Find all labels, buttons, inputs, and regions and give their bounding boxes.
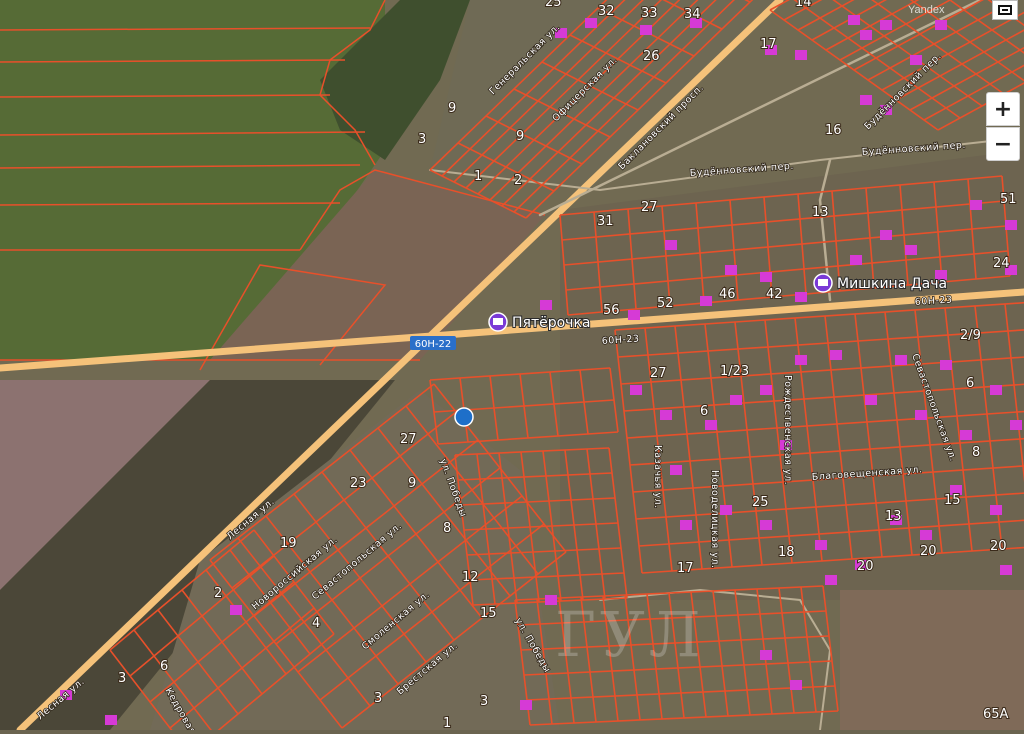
map-attribution: Yandex [908,4,945,16]
house-number: 51 [1000,192,1017,207]
house-number: 6 [700,404,708,419]
map-canvas[interactable]: 60Н-22 60Н-23 60Н-23 Пятёрочка Мишкина Д… [0,0,1024,734]
house-number: 31 [597,214,614,229]
house-number: 9 [448,101,456,116]
house-number: 65А [983,707,1009,722]
house-number: 8 [443,521,451,536]
house-number: 1 [474,169,482,184]
house-number: 17 [677,561,694,576]
zoom-in-button[interactable]: + [986,92,1020,126]
house-number: 15 [480,606,497,621]
house-number: 52 [657,296,674,311]
house-number: 4 [312,616,320,631]
house-number: 24 [993,256,1010,271]
house-number: 20 [857,559,874,574]
road-shield-1-label: 60Н-22 [415,339,452,350]
house-number: 42 [766,287,783,302]
house-number: 1/23 [720,364,749,379]
house-number: 3 [480,694,488,709]
house-number: 2 [214,586,222,601]
house-number: 6 [966,376,974,391]
house-number: 2 [514,173,522,188]
house-number: 27 [650,366,667,381]
street-label: Рождественская ул. [782,375,793,485]
house-number: 25 [752,495,769,510]
street-label: Новоделицкая ул. [709,470,720,569]
street-label: Казачья ул. [652,445,663,509]
layers-button[interactable] [992,0,1018,20]
house-number: 3 [418,132,426,147]
house-number: 26 [643,49,660,64]
house-number: 2/9 [960,328,981,343]
house-number: 46 [719,287,736,302]
house-number: 27 [641,200,658,215]
zoom-out-button[interactable]: − [986,127,1020,161]
house-number: 3 [374,691,382,706]
house-number: 23 [350,476,367,491]
house-number: 14 [795,0,812,10]
poi-pyaterochka[interactable]: Пятёрочка [488,312,591,332]
house-number: 15 [944,493,961,508]
poi-mishkina-dacha-label: Мишкина Дача [837,276,947,292]
house-number: 13 [885,509,902,524]
house-number: 9 [408,476,416,491]
house-number: 25 [545,0,562,10]
house-number: 20 [920,544,937,559]
house-number: 34 [684,7,701,22]
house-number: 32 [598,4,615,19]
house-number: 18 [778,545,795,560]
house-number: 17 [760,37,777,52]
house-number: 8 [972,445,980,460]
location-marker[interactable] [454,407,474,427]
house-number: 56 [603,303,620,318]
house-number: 33 [641,6,658,21]
house-number: 6 [160,659,168,674]
road-shield-1: 60Н-22 [410,336,456,350]
house-number: 9 [516,129,524,144]
house-number: 27 [400,432,417,447]
house-number: 19 [280,536,297,551]
layers-icon [998,5,1012,15]
house-number: 16 [825,123,842,138]
house-number: 3 [118,671,126,686]
house-number: 1 [443,716,451,730]
house-number: 12 [462,570,479,585]
house-number: 13 [812,205,829,220]
poi-pyaterochka-label: Пятёрочка [512,315,590,331]
house-number: 20 [990,539,1007,554]
